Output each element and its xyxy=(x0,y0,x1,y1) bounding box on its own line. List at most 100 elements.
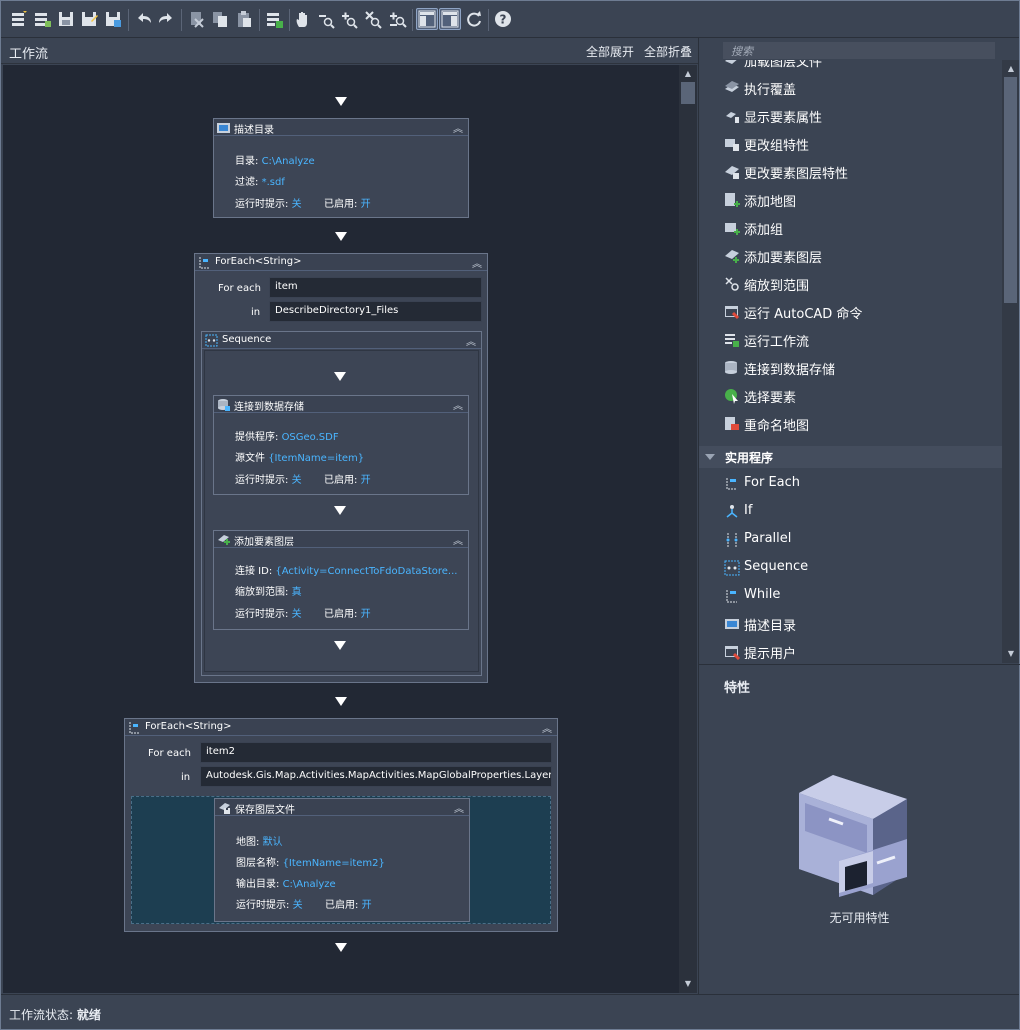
collapse-chevron-icon[interactable]: ︽ xyxy=(453,532,463,547)
enabled-row: 已启用: 开 xyxy=(324,605,371,620)
zoom-out-icon[interactable] xyxy=(316,9,336,29)
toolbox-scrollbar[interactable]: ▲ ▼ xyxy=(1002,60,1019,663)
describe-directory-activity[interactable]: 描述目录 ︽ 目录: C:\Analyze 过滤: *.sdf 运行时提示: 关… xyxy=(213,118,469,218)
search-input[interactable]: 搜索 xyxy=(723,42,995,59)
in-input[interactable]: DescribeDirectory1_Files xyxy=(269,301,482,322)
source-label: 源文件 xyxy=(235,453,265,464)
layout-right-icon[interactable] xyxy=(439,8,461,30)
flow-arrow xyxy=(335,232,347,241)
category-header-utilities[interactable]: 实用程序 xyxy=(699,446,1002,468)
run-workflow-icon[interactable] xyxy=(264,9,284,29)
collapse-all-link[interactable]: 全部折叠 xyxy=(644,43,692,60)
zoom-extents-icon[interactable] xyxy=(363,9,383,29)
toolbox-item[interactable]: 执行覆盖 xyxy=(699,74,1002,102)
toolbox-item[interactable]: For Each xyxy=(699,470,1002,498)
describe-directory-icon xyxy=(724,616,740,632)
new-workflow-icon[interactable] xyxy=(9,9,29,29)
save-icon[interactable] xyxy=(56,9,76,29)
scroll-thumb[interactable] xyxy=(681,82,695,104)
activity-header: 添加要素图层 ︽ xyxy=(214,531,468,548)
activity-title: ForEach<String> xyxy=(145,721,232,732)
new-workflow-from-icon[interactable] xyxy=(32,9,52,29)
cut-icon[interactable] xyxy=(187,9,207,29)
foreach-activity[interactable]: ForEach<String> ︽ For each item2 in Auto… xyxy=(124,718,558,932)
toolbox-item[interactable]: While xyxy=(699,582,1002,610)
for-each-input[interactable]: item2 xyxy=(200,742,552,763)
toolbox-item[interactable]: 更改要素图层特性 xyxy=(699,158,1002,186)
collapse-chevron-icon[interactable]: ︽ xyxy=(454,800,464,815)
enabled-value: 开 xyxy=(360,199,371,210)
workflow-vertical-scrollbar[interactable]: ▲ ▼ xyxy=(679,65,697,993)
toolbox-item[interactable]: If xyxy=(699,498,1002,526)
sequence-activity[interactable]: Sequence ︽ 连接到数据存储 ︽ 提供程序: OSGeo.SDF 源文件… xyxy=(201,331,482,676)
prompt-label: 运行时提示: xyxy=(235,199,289,210)
toolbox-item[interactable]: 描述目录 xyxy=(699,610,1002,638)
zoom-add-icon[interactable] xyxy=(387,9,407,29)
toolbox-item[interactable]: 连接到数据存储 xyxy=(699,354,1002,382)
toolbox-item-label: 添加要素图层 xyxy=(744,251,823,266)
enabled-label: 已启用: xyxy=(325,900,359,911)
collapse-chevron-icon[interactable]: ︽ xyxy=(453,120,463,135)
toolbox-item[interactable]: Sequence xyxy=(699,554,1002,582)
toolbox-item[interactable]: 选择要素 xyxy=(699,382,1002,410)
toolbox-item[interactable]: 运行工作流 xyxy=(699,326,1002,354)
for-each-input[interactable]: item xyxy=(269,277,482,298)
file-cabinet-icon xyxy=(795,773,925,906)
provider-value: OSGeo.SDF xyxy=(281,432,339,443)
expand-all-link[interactable]: 全部展开 xyxy=(586,43,634,60)
enabled-label: 已启用: xyxy=(324,199,358,210)
toolbox-item[interactable]: 重命名地图 xyxy=(699,410,1002,438)
select-features-icon xyxy=(724,388,740,404)
collapse-chevron-icon[interactable]: ︽ xyxy=(453,397,463,412)
zoom-in-icon[interactable] xyxy=(339,9,359,29)
enabled-value: 开 xyxy=(361,900,372,911)
foreach-icon xyxy=(198,256,211,269)
toolbox-item[interactable]: 提示用户 xyxy=(699,638,1002,663)
foreach-activity[interactable]: ForEach<String> ︽ For each item in Descr… xyxy=(194,253,488,683)
pan-icon[interactable] xyxy=(293,9,313,29)
toolbox-item[interactable]: Parallel xyxy=(699,526,1002,554)
save-image-icon[interactable] xyxy=(103,9,123,29)
toolbox-item-label: 描述目录 xyxy=(744,619,797,634)
toolbox-item-label: 更改要素图层特性 xyxy=(744,167,849,182)
collapse-chevron-icon[interactable]: ︽ xyxy=(472,255,482,270)
copy-icon[interactable] xyxy=(210,9,230,29)
filter-label: 过滤: xyxy=(235,177,259,188)
toolbox-item-label: For Each xyxy=(744,475,801,490)
scroll-down-icon[interactable]: ▼ xyxy=(681,977,695,991)
toolbox-item-label: 重命名地图 xyxy=(744,419,810,434)
toolbox-item-partial[interactable]: 加载图层文件 xyxy=(699,60,1002,74)
save-as-icon[interactable] xyxy=(79,9,99,29)
collapse-triangle-icon[interactable] xyxy=(705,454,715,460)
activity-title: 描述目录 xyxy=(234,125,274,136)
scroll-up-icon[interactable]: ▲ xyxy=(681,67,695,81)
scroll-down-icon[interactable]: ▼ xyxy=(1004,647,1018,661)
scroll-thumb[interactable] xyxy=(1004,77,1017,303)
add-feature-layer-activity[interactable]: 添加要素图层 ︽ 连接 ID: {Activity=ConnectToFdoDa… xyxy=(213,530,469,630)
in-label: in xyxy=(181,772,191,783)
scroll-up-icon[interactable]: ▲ xyxy=(1004,62,1018,76)
toolbox-item-label: 提示用户 xyxy=(744,647,797,662)
toolbox-item[interactable]: 添加地图 xyxy=(699,186,1002,214)
redo-icon[interactable] xyxy=(156,9,176,29)
provider-row: 提供程序: OSGeo.SDF xyxy=(235,428,339,443)
refresh-icon[interactable] xyxy=(464,9,484,29)
in-input[interactable]: Autodesk.Gis.Map.Activities.MapActivitie… xyxy=(200,766,552,787)
toolbox-item[interactable]: 添加组 xyxy=(699,214,1002,242)
toolbox-item[interactable]: 运行 AutoCAD 命令 xyxy=(699,298,1002,326)
toolbox-item[interactable]: 更改组特性 xyxy=(699,130,1002,158)
toolbox-item[interactable]: 显示要素属性 xyxy=(699,102,1002,130)
workflow-panel: 工作流 全部展开 全部折叠 描述目录 ︽ 目录: C:\Analyze 过滤: … xyxy=(1,38,698,994)
collapse-chevron-icon[interactable]: ︽ xyxy=(542,720,552,735)
help-icon[interactable]: ? xyxy=(493,9,513,29)
connect-datastore-activity[interactable]: 连接到数据存储 ︽ 提供程序: OSGeo.SDF 源文件 {ItemName=… xyxy=(213,395,469,495)
toolbox-item[interactable]: 缩放到范围 xyxy=(699,270,1002,298)
paste-icon[interactable] xyxy=(234,9,254,29)
save-layer-file-activity[interactable]: 保存图层文件 ︽ 地图: 默认 图层名称: {ItemName=item2} 输… xyxy=(214,798,470,922)
toolbox-item[interactable]: 添加要素图层 xyxy=(699,242,1002,270)
activity-header: 描述目录 ︽ xyxy=(214,119,468,136)
undo-icon[interactable] xyxy=(134,9,154,29)
workflow-canvas[interactable]: 描述目录 ︽ 目录: C:\Analyze 过滤: *.sdf 运行时提示: 关… xyxy=(3,65,679,993)
layout-left-icon[interactable] xyxy=(416,8,438,30)
collapse-chevron-icon[interactable]: ︽ xyxy=(466,333,476,348)
